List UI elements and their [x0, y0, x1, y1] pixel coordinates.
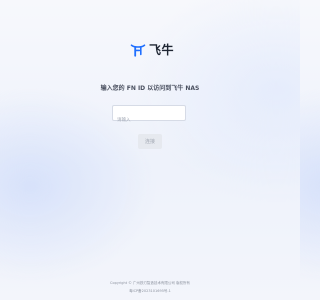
footer-icp-link[interactable]: 粤ICP备2023101695号-1: [0, 289, 300, 294]
fnos-bull-icon: [130, 44, 146, 57]
fn-id-input[interactable]: [113, 113, 185, 128]
login-prompt: 输入您的 FN ID 以访问到飞牛 NAS: [100, 85, 200, 92]
brand-logo: 飞牛: [130, 41, 174, 59]
brand-name: 飞牛: [148, 43, 174, 57]
footer-copyright: Copyright © 广州铁刃智造技术有限公司 版权所有: [110, 281, 190, 285]
fn-id-field[interactable]: [112, 105, 186, 128]
connect-button[interactable]: 连接: [138, 134, 162, 149]
